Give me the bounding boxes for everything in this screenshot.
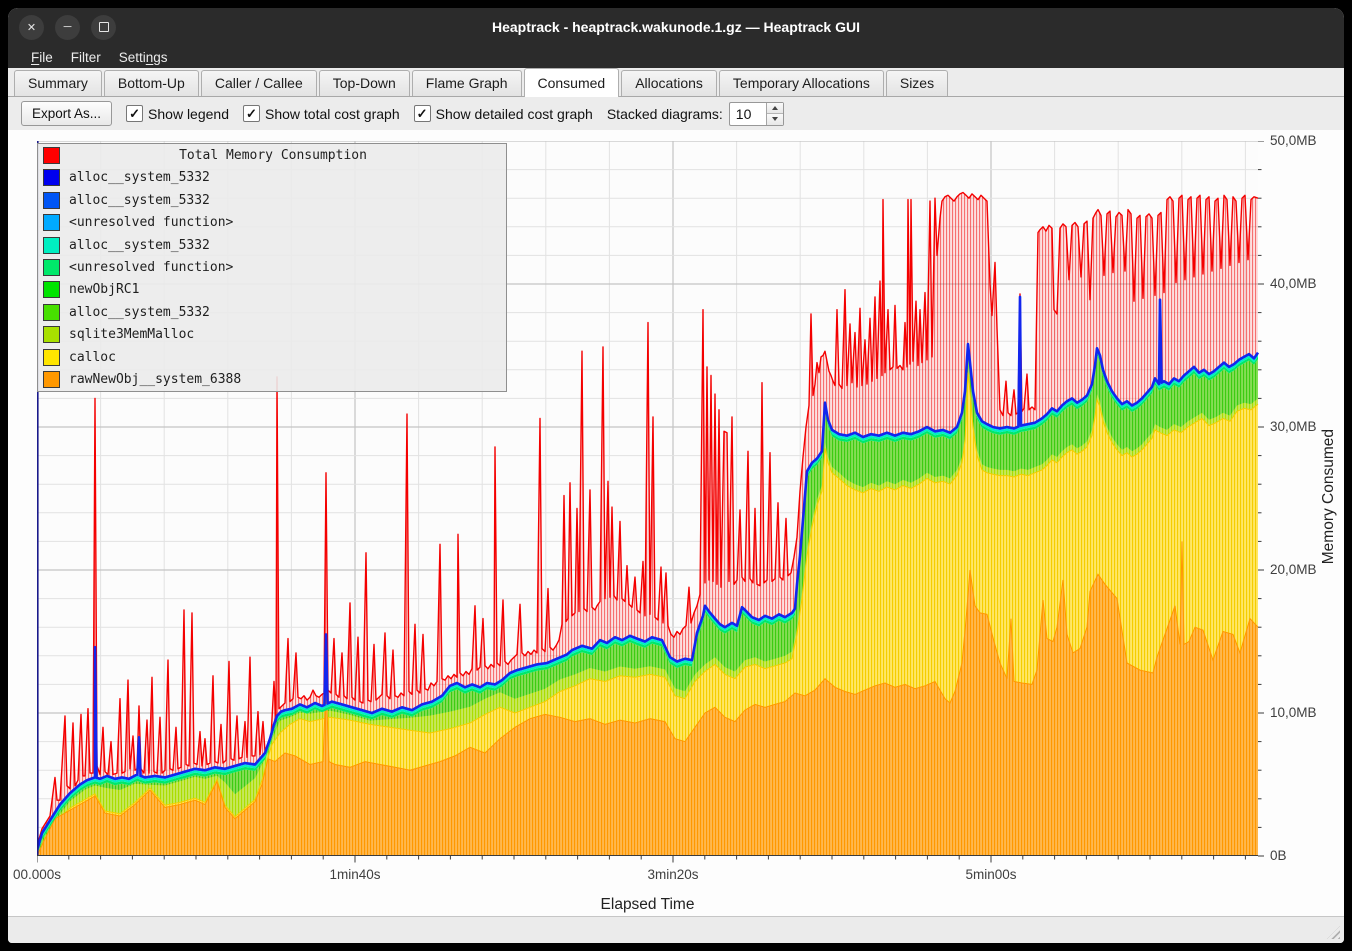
stacked-diagrams-value: 10 [730,103,766,125]
legend-label: sqlite3MemMalloc [69,327,194,342]
menu-settings[interactable]: Settings [110,48,177,67]
minimize-button[interactable]: ─ [55,15,80,40]
y-tick-label: 40,0MB [1270,276,1317,291]
legend-item: alloc__system_5332 [38,189,506,211]
legend-item: <unresolved function> [38,256,506,278]
menu-filter[interactable]: Filter [62,48,110,67]
legend-swatch-icon [43,192,60,209]
legend-swatch-icon [43,326,60,343]
tab-caller-callee[interactable]: Caller / Callee [201,70,317,96]
legend-swatch-icon [43,304,60,321]
tab-bar: SummaryBottom-UpCaller / CalleeTop-DownF… [8,68,1344,97]
legend-label: alloc__system_5332 [69,238,210,253]
spin-buttons [766,103,783,125]
legend-label: rawNewObj__system_6388 [69,372,241,387]
legend-item: alloc__system_5332 [38,166,506,188]
heaptrack-window: ✕ ─ Heaptrack - heaptrack.wakunode.1.gz … [8,8,1344,943]
tab-sizes[interactable]: Sizes [886,70,948,96]
legend-title: Total Memory Consumption [60,148,486,163]
close-button[interactable]: ✕ [19,15,44,40]
x-tick-label: 5min00s [965,867,1016,882]
window-controls: ✕ ─ [19,15,116,40]
legend-item: calloc [38,346,506,368]
legend-label: newObjRC1 [69,282,139,297]
checkbox-show-detailed-cost-graph[interactable]: ✓ Show detailed cost graph [414,105,593,122]
tab-allocations[interactable]: Allocations [621,70,717,96]
legend-item: newObjRC1 [38,279,506,301]
checkbox-label: Show legend [148,106,229,122]
status-bar [8,916,1344,943]
y-tick-label: 50,0MB [1270,133,1317,148]
legend-swatch-icon [43,349,60,366]
maximize-icon [99,22,109,32]
legend-swatch-icon [43,259,60,276]
tab-flame-graph[interactable]: Flame Graph [412,70,522,96]
checkbox-group: ✓ Show legend ✓ Show total cost graph ✓ Show … [126,105,593,122]
legend-swatch-icon [43,281,60,298]
title-bar: ✕ ─ Heaptrack - heaptrack.wakunode.1.gz … [8,8,1344,46]
legend-label: calloc [69,350,116,365]
spin-down-button[interactable] [767,114,783,125]
y-tick-label: 20,0MB [1270,562,1317,577]
x-axis-title: Elapsed Time [601,896,695,914]
window-title: Heaptrack - heaptrack.wakunode.1.gz — He… [8,19,1344,35]
legend-swatch-icon [43,169,60,186]
y-axis-title: Memory Consumed [1320,429,1338,564]
toolbar: Export As... ✓ Show legend ✓ Show total cos… [8,97,1344,130]
maximize-button[interactable] [91,15,116,40]
legend-swatch-icon [43,147,60,164]
legend-swatch-icon [43,214,60,231]
legend-item: sqlite3MemMalloc [38,324,506,346]
legend-label: alloc__system_5332 [69,170,210,185]
checkbox-label: Show detailed cost graph [436,106,593,122]
legend-title-row: Total Memory Consumption [38,144,506,166]
consumed-chart[interactable]: Total Memory Consumption alloc__system_53… [8,130,1344,916]
menu-file[interactable]: File [22,48,62,67]
screen: ✕ ─ Heaptrack - heaptrack.wakunode.1.gz … [0,0,1352,951]
spin-down-icon [772,117,778,121]
stacked-diagrams-spinbox[interactable]: 10 [729,102,784,126]
spin-up-icon [772,106,778,110]
legend-label: alloc__system_5332 [69,193,210,208]
tab-temporary-allocations[interactable]: Temporary Allocations [719,70,884,96]
legend-swatch-icon [43,371,60,388]
checkbox-box: ✓ [414,105,431,122]
export-as-button[interactable]: Export As... [21,101,112,126]
x-tick-label: 00.000s [13,867,61,882]
legend-label: <unresolved function> [69,260,233,275]
y-tick-label: 10,0MB [1270,705,1317,720]
legend-label: alloc__system_5332 [69,305,210,320]
tab-bottom-up[interactable]: Bottom-Up [104,70,199,96]
checkbox-box: ✓ [243,105,260,122]
y-tick-label: 30,0MB [1270,419,1317,434]
legend-item: alloc__system_5332 [38,301,506,323]
tab-consumed[interactable]: Consumed [524,68,620,97]
resize-grip-icon[interactable] [1327,926,1340,939]
x-tick-label: 1min40s [329,867,380,882]
legend-label: <unresolved function> [69,215,233,230]
menu-bar: FileFilterSettings [8,46,1344,68]
tab-summary[interactable]: Summary [14,70,102,96]
checkbox-show-legend[interactable]: ✓ Show legend [126,105,229,122]
spin-up-button[interactable] [767,103,783,115]
legend-item: rawNewObj__system_6388 [38,369,506,391]
checkbox-box: ✓ [126,105,143,122]
x-tick-label: 3min20s [647,867,698,882]
y-tick-label: 0B [1270,848,1287,863]
checkbox-label: Show total cost graph [265,106,400,122]
stacked-diagrams-label: Stacked diagrams: [607,106,723,122]
checkbox-show-total-cost-graph[interactable]: ✓ Show total cost graph [243,105,400,122]
legend-swatch-icon [43,237,60,254]
stacked-diagrams-control: Stacked diagrams: 10 [607,102,784,126]
legend-item: <unresolved function> [38,211,506,233]
legend-item: alloc__system_5332 [38,234,506,256]
tab-top-down[interactable]: Top-Down [319,70,410,96]
chart-legend: Total Memory Consumption alloc__system_53… [37,143,507,392]
